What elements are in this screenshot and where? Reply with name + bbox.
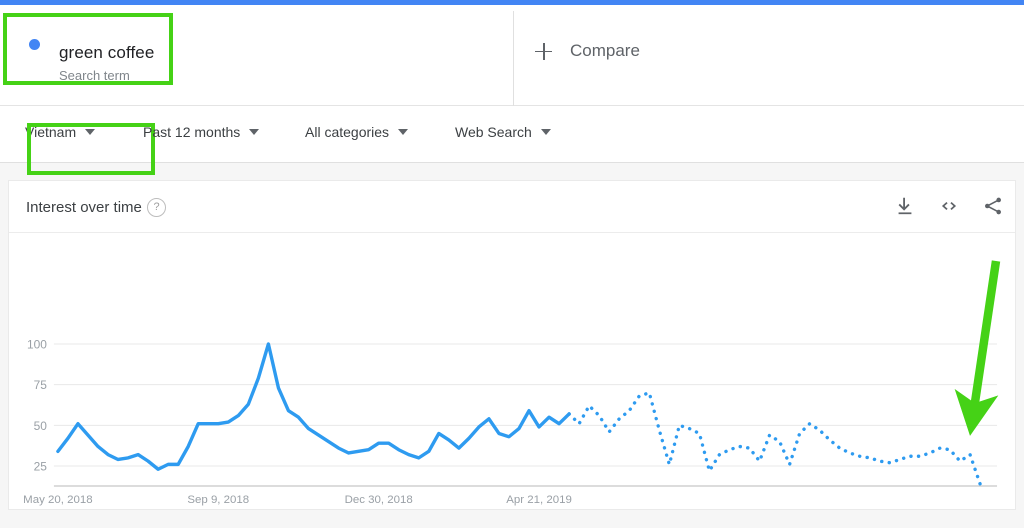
compare-label: Compare <box>570 41 640 60</box>
search-term-title: green coffee <box>59 43 155 62</box>
chart-actions <box>894 195 1004 217</box>
help-icon[interactable]: ? <box>147 198 166 217</box>
location-highlight-box <box>27 123 155 175</box>
chevron-down-icon <box>398 129 409 135</box>
filter-search-type-label: Web Search <box>455 124 532 140</box>
y-axis-tick: 75 <box>34 378 48 392</box>
y-axis-tick: 50 <box>34 419 48 433</box>
search-term-card[interactable]: green coffee Search term <box>3 13 173 85</box>
trend-line-partial <box>567 390 982 486</box>
add-comparison-button[interactable]: Compare <box>535 41 640 61</box>
query-compare-divider <box>513 11 514 110</box>
embed-icon[interactable] <box>938 195 960 217</box>
y-axis-tick: 25 <box>34 459 48 473</box>
x-axis-tick: Dec 30, 2018 <box>345 494 413 506</box>
chart-title: Interest over time <box>26 199 142 216</box>
download-icon[interactable] <box>894 195 916 217</box>
chevron-down-icon <box>540 129 551 135</box>
y-axis-tick: 100 <box>27 337 47 351</box>
filter-location[interactable]: Vietnam <box>25 123 155 175</box>
filter-search-type[interactable]: Web Search <box>455 124 551 140</box>
chart-header: Interest over time ? <box>9 181 1015 233</box>
search-term-subtitle: Search term <box>59 68 130 83</box>
filter-time-range-label: Past 12 months <box>143 124 241 140</box>
x-axis-tick: Sep 9, 2018 <box>187 494 249 506</box>
series-color-dot <box>29 39 40 50</box>
x-axis-tick: May 20, 2018 <box>23 494 92 506</box>
plus-icon <box>535 42 552 60</box>
filter-category[interactable]: All categories <box>305 124 409 140</box>
x-axis-tick: Apr 21, 2019 <box>506 494 572 506</box>
interest-over-time-chart[interactable]: 25 50 75 100 May 20, 2018 Sep 9, 2018 Dec 30, … <box>9 233 1015 510</box>
filter-category-label: All categories <box>305 124 390 140</box>
query-row: green coffee Search term Compare <box>0 5 1024 110</box>
interest-over-time-card: Interest over time ? 25 50 75 100 May 20, 20… <box>8 180 1016 510</box>
filter-time-range[interactable]: Past 12 months <box>143 124 260 140</box>
trend-line <box>56 342 571 471</box>
chevron-down-icon <box>249 129 260 135</box>
share-icon[interactable] <box>982 195 1004 217</box>
filter-row: Vietnam Past 12 months All categories We… <box>0 106 1024 175</box>
